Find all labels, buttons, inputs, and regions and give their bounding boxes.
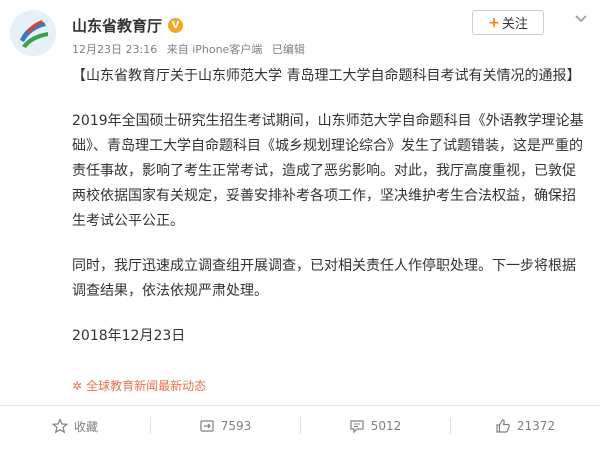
- author-name[interactable]: 山东省教育厅: [72, 15, 162, 36]
- comment-icon: [350, 420, 364, 434]
- follow-button[interactable]: + 关注: [472, 10, 544, 35]
- avatar[interactable]: [10, 10, 56, 56]
- post-title: 【山东省教育厅关于山东师范大学 青岛理工大学自命题科目考试有关情况的通报】: [72, 68, 581, 84]
- source-link-label: 全球教育新闻最新动态: [86, 379, 207, 393]
- comment-button[interactable]: 5012: [300, 406, 450, 446]
- post-meta: 12月23日 23:16 来自 iPhone客户端 已编辑: [72, 41, 311, 57]
- chevron-down-icon[interactable]: [572, 10, 590, 28]
- comment-count: 5012: [370, 419, 402, 433]
- action-bar: 收藏 7593 5012 21372: [0, 405, 600, 446]
- favorite-label: 收藏: [73, 419, 98, 434]
- source-link[interactable]: ✲ 全球教育新闻最新动态: [72, 377, 206, 394]
- post-content: 【山东省教育厅关于山东师范大学 青岛理工大学自命题科目考试有关情况的通报】 20…: [72, 64, 588, 349]
- author-row: 山东省教育厅 V: [72, 15, 184, 36]
- post-paragraph-1: 2019年全国硕士研究生招生考试期间，山东师范大学自命题科目《外语教学理论基础》…: [72, 113, 584, 229]
- edited-label[interactable]: 已编辑: [272, 43, 305, 56]
- post-header: 山东省教育厅 V 12月23日 23:16 来自 iPhone客户端 已编辑 +…: [0, 0, 600, 62]
- repost-count: 7593: [220, 419, 252, 433]
- verified-icon: V: [168, 18, 184, 33]
- like-count: 21372: [516, 419, 556, 433]
- thumb-up-icon: [496, 419, 510, 433]
- post-source-device: 来自 iPhone客户端: [166, 43, 263, 56]
- favorite-button[interactable]: 收藏: [0, 406, 150, 446]
- post-time[interactable]: 12月23日 23:16: [72, 43, 157, 56]
- plus-icon: +: [488, 14, 500, 31]
- star-icon: [51, 418, 68, 434]
- link-icon: ✲: [72, 378, 83, 393]
- post-date: 2018年12月23日: [72, 328, 186, 344]
- repost-button[interactable]: 7593: [150, 406, 300, 446]
- follow-label: 关注: [501, 17, 528, 32]
- like-button[interactable]: 21372: [450, 406, 600, 446]
- post-paragraph-2: 同时，我厅迅速成立调查组开展调查，已对相关责任人作停职处理。下一步将根据调查结果…: [72, 258, 576, 299]
- repost-icon: [200, 420, 214, 432]
